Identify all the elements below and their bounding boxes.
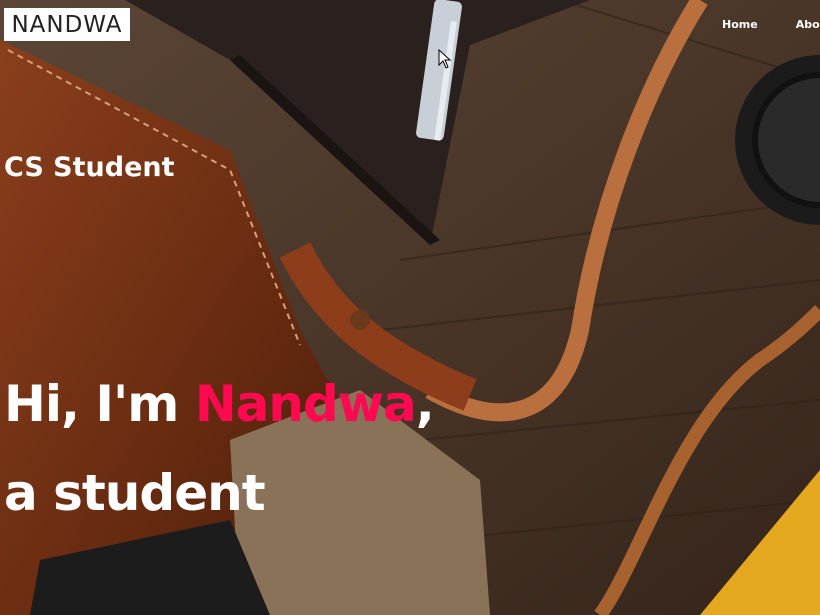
site-logo[interactable]: NANDWA: [4, 8, 130, 41]
hero-subtitle: CS Student: [4, 152, 175, 183]
hero-headline: Hi, I'm Nandwa, a student: [4, 360, 435, 538]
nav-home-link[interactable]: Home: [722, 18, 758, 31]
mouse-cursor-icon: [438, 49, 452, 69]
main-nav: Home About: [722, 18, 820, 31]
hero-line2: a student: [4, 464, 266, 522]
nav-about-link[interactable]: About: [796, 18, 820, 31]
hero-name: Nandwa: [194, 375, 417, 433]
greeting-prefix: Hi, I'm: [4, 375, 195, 433]
greeting-suffix: ,: [415, 375, 435, 433]
